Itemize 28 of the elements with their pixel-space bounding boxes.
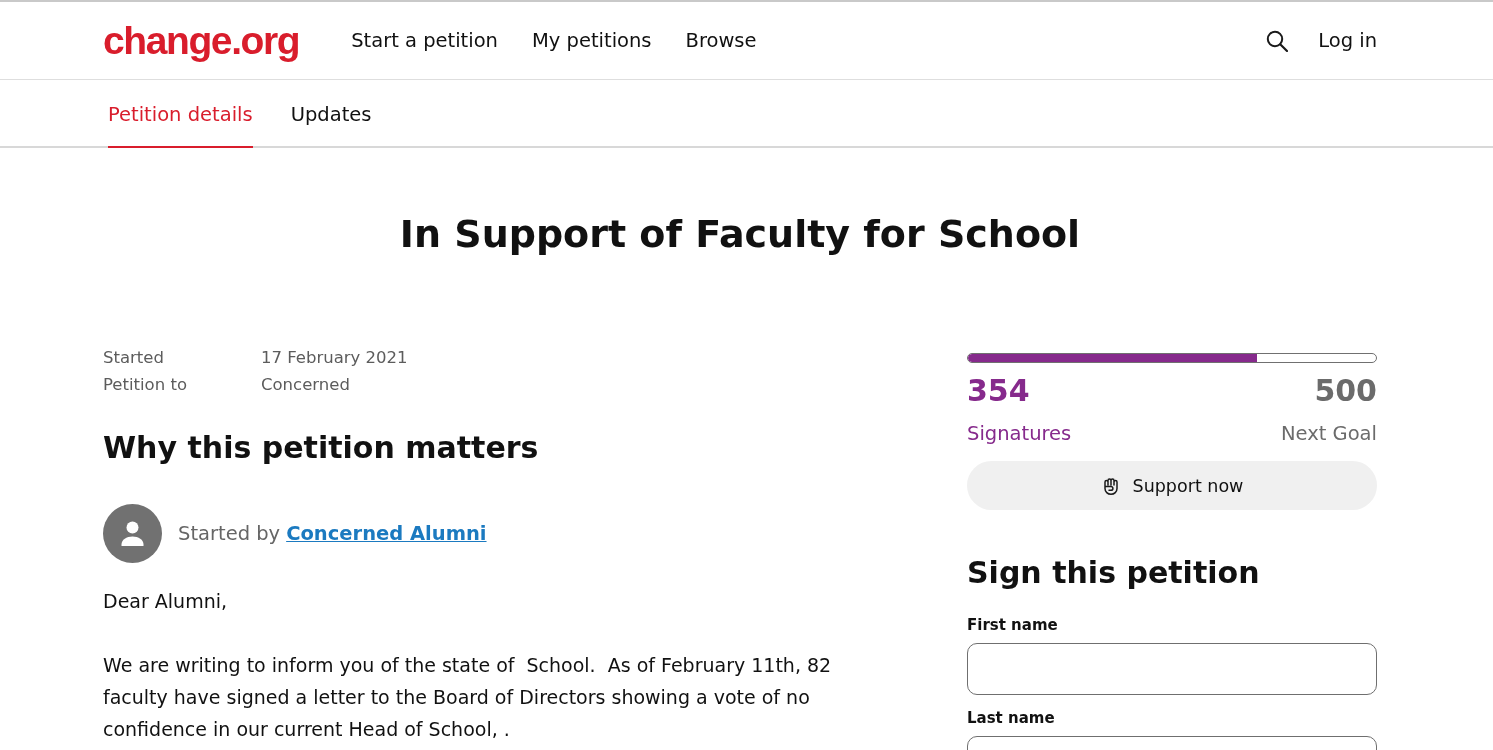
tab[interactable]: Updates: [290, 80, 372, 148]
nav-link[interactable]: Browse: [685, 29, 757, 52]
input-field[interactable]: [967, 643, 1377, 695]
tab[interactable]: Petition details: [108, 80, 253, 148]
support-button[interactable]: Support now: [967, 461, 1377, 510]
goal-label: Next Goal: [1280, 421, 1377, 447]
body-paragraph: We are writing to inform you of the state of School. As of February 11th, 82 faculty have signed a letter to the Board of Directors showing a vote of no confidence in our current Head of School, .: [103, 653, 833, 742]
meta-value: Concerned: [261, 374, 351, 396]
signature-count: 354: [967, 372, 1030, 410]
person-avatar-icon: [103, 504, 162, 563]
field-label: First name: [967, 615, 1059, 635]
site-logo[interactable]: change.org: [103, 21, 300, 60]
signatures-label: Signatures: [967, 421, 1072, 447]
meta-value: 17 February 2021: [261, 347, 408, 369]
field-label: Last name: [967, 708, 1056, 728]
section-heading: Sign this petition: [967, 554, 1261, 592]
started-by-label: Started by: [178, 522, 281, 545]
nav-link[interactable]: My petitions: [532, 29, 652, 52]
petition-title: In Support of Faculty for School: [398, 211, 1082, 257]
author-link[interactable]: Concerned Alumni: [286, 522, 487, 545]
nav-link[interactable]: Start a petition: [351, 29, 498, 52]
section-heading: Why this petition matters: [103, 430, 540, 466]
meta-label: Started: [103, 347, 165, 369]
meta-label: Petition to: [103, 374, 188, 396]
goal-count: 500: [1314, 372, 1377, 410]
search-icon[interactable]: [1266, 29, 1289, 52]
login-link[interactable]: Log in: [1318, 29, 1377, 52]
body-paragraph: Dear Alumni,: [103, 589, 228, 614]
